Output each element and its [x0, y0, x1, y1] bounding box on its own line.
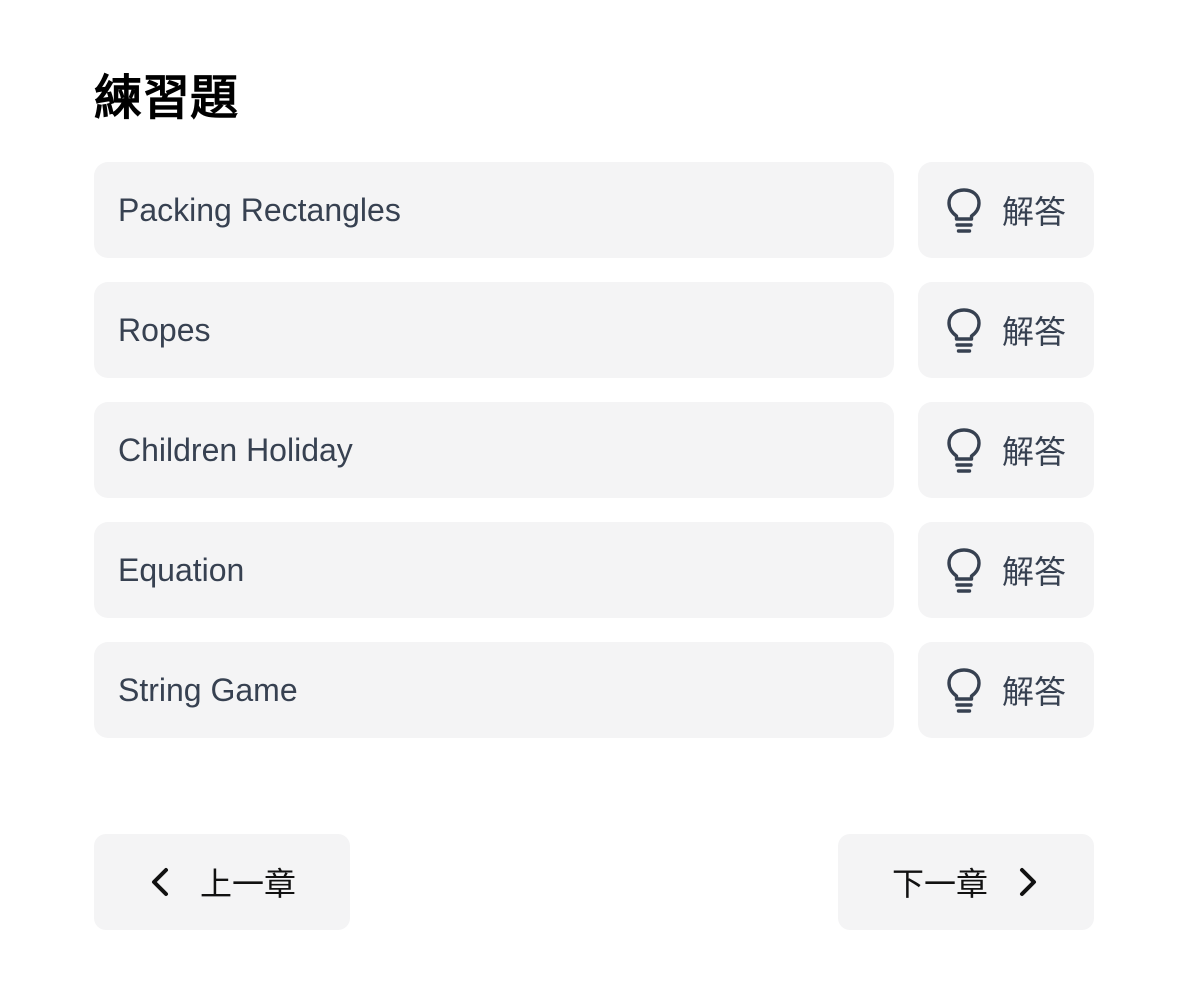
solution-button[interactable]: 解答 — [918, 642, 1094, 738]
exercise-row: Equation 解答 — [94, 522, 1094, 618]
solution-label: 解答 — [1001, 313, 1066, 351]
solution-button[interactable]: 解答 — [918, 522, 1094, 618]
exercise-list: Packing Rectangles 解答 Ropes 解答 Children … — [94, 162, 1094, 762]
solution-label: 解答 — [1001, 433, 1066, 471]
solution-button[interactable]: 解答 — [918, 282, 1094, 378]
solution-label: 解答 — [1001, 193, 1066, 231]
exercise-row: Packing Rectangles 解答 — [94, 162, 1094, 258]
exercise-link[interactable]: Ropes — [94, 282, 894, 378]
lightbulb-icon — [946, 187, 982, 233]
previous-chapter-button[interactable]: 上一章 — [94, 834, 350, 930]
next-chapter-label: 下一章 — [891, 865, 988, 903]
next-chapter-button[interactable]: 下一章 — [838, 834, 1094, 930]
solution-button[interactable]: 解答 — [918, 162, 1094, 258]
exercise-link[interactable]: String Game — [94, 642, 894, 738]
exercise-row: Ropes 解答 — [94, 282, 1094, 378]
exercise-link[interactable]: Equation — [94, 522, 894, 618]
chevron-right-icon — [1016, 864, 1040, 900]
lightbulb-icon — [946, 307, 982, 353]
previous-chapter-label: 上一章 — [199, 865, 296, 903]
chevron-left-icon — [148, 864, 172, 900]
lightbulb-icon — [946, 667, 982, 713]
page-title: 練習題 — [94, 70, 239, 126]
exercise-link[interactable]: Children Holiday — [94, 402, 894, 498]
solution-label: 解答 — [1001, 553, 1066, 591]
solution-button[interactable]: 解答 — [918, 402, 1094, 498]
exercise-row: String Game 解答 — [94, 642, 1094, 738]
exercise-link[interactable]: Packing Rectangles — [94, 162, 894, 258]
lightbulb-icon — [946, 427, 982, 473]
solution-label: 解答 — [1001, 673, 1066, 711]
exercise-row: Children Holiday 解答 — [94, 402, 1094, 498]
lightbulb-icon — [946, 547, 982, 593]
